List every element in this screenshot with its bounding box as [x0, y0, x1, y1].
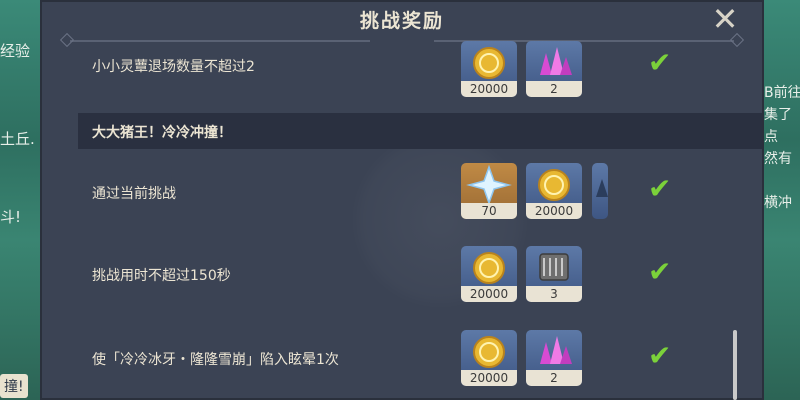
reward-partial[interactable]: [592, 163, 608, 219]
objective-label: 使「冷冷冰牙・隆隆雪崩」陷入眩晕1次: [92, 352, 339, 368]
background-text: 点: [764, 129, 778, 145]
reward-primogem[interactable]: 70: [461, 163, 517, 219]
background-text: 集了: [764, 107, 792, 123]
reward-count: 70: [461, 203, 517, 219]
completed-check-icon: ✔: [648, 339, 672, 372]
challenge-section-header: 大大猪王！冷冷冲撞！: [78, 113, 762, 149]
reward-count: 20000: [461, 286, 517, 302]
crystal-chunk-icon: [540, 47, 572, 75]
background-text: 横冲: [764, 195, 792, 211]
dialog-title: 挑战奖励: [359, 10, 444, 32]
mora-coin-icon: [473, 336, 505, 368]
reward-count: 20000: [526, 203, 582, 219]
scroll-item-icon: [539, 253, 569, 281]
objective-label: 挑战用时不超过150秒: [92, 268, 231, 284]
reward-count: 20000: [461, 370, 517, 386]
close-icon[interactable]: ✕: [708, 2, 742, 36]
challenge-rewards-dialog: 挑战奖励 ✕ 小小灵蕈退场数量不超过2 20000 2 ✔ 大大猪王！冷冷冲撞！…: [40, 0, 764, 400]
background-text: 土丘.: [0, 130, 35, 148]
background-card: 撞!: [0, 374, 28, 398]
partial-item-icon: [596, 179, 608, 197]
objective-label: 小小灵蕈退场数量不超过2: [92, 59, 255, 75]
mora-coin-icon: [473, 47, 505, 79]
section-title: 大大猪王！冷冷冲撞！: [92, 125, 232, 141]
primogem-icon: [466, 164, 512, 203]
reward-crystal[interactable]: 2: [526, 41, 582, 97]
title-divider-left: [70, 40, 370, 42]
completed-check-icon: ✔: [648, 46, 672, 79]
divider-ornament: [59, 32, 75, 48]
reward-crystal[interactable]: 2: [526, 330, 582, 386]
mora-coin-icon: [473, 252, 505, 284]
reward-count: 2: [526, 370, 582, 386]
objective-label: 通过当前挑战: [92, 186, 176, 202]
background-text: 然有: [764, 151, 792, 167]
reward-scroll[interactable]: 3: [526, 246, 582, 302]
completed-check-icon: ✔: [648, 255, 672, 288]
reward-count: 20000: [461, 81, 517, 97]
scrollbar-thumb[interactable]: [733, 330, 737, 400]
completed-check-icon: ✔: [648, 172, 672, 205]
background-text: 经验: [0, 42, 31, 60]
crystal-chunk-icon: [540, 336, 572, 364]
reward-mora[interactable]: 20000: [461, 330, 517, 386]
reward-mora[interactable]: 20000: [526, 163, 582, 219]
reward-count: 3: [526, 286, 582, 302]
reward-mora[interactable]: 20000: [461, 246, 517, 302]
background-text: 斗!: [0, 208, 22, 226]
reward-count: 2: [526, 81, 582, 97]
mora-coin-icon: [538, 169, 570, 201]
reward-mora[interactable]: 20000: [461, 41, 517, 97]
background-text: B前往: [764, 85, 800, 101]
